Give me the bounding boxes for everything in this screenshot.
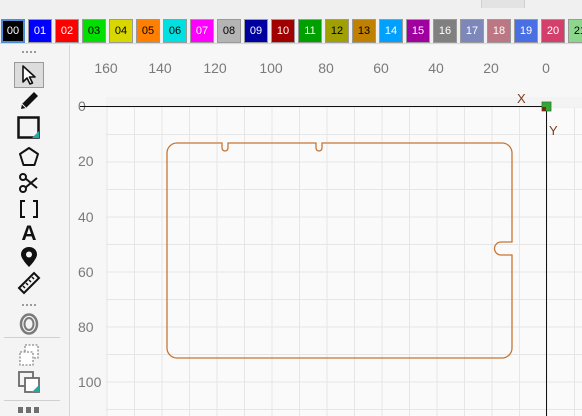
x-axis-label: X [517,91,526,106]
axes-overlay [80,101,552,416]
origin-marker-corner [542,107,546,111]
y-axis-label: Y [549,123,558,138]
